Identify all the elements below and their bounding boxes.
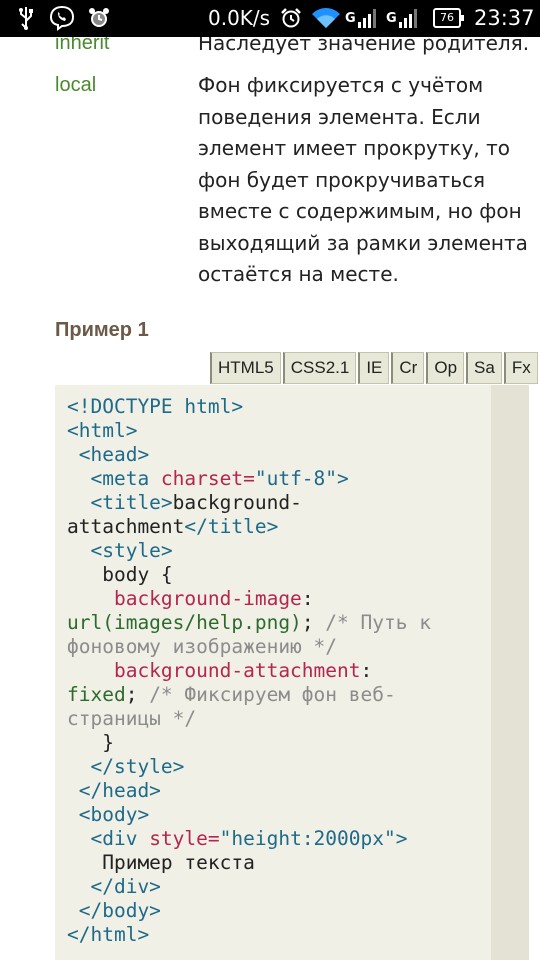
code-token: фоновому изображению */ (67, 635, 338, 658)
browser-badge-firefox[interactable]: Fx (503, 352, 538, 384)
alarm-clock-icon (87, 6, 111, 30)
network-speed: 0.0K/s (208, 6, 271, 30)
code-scrollbar-track[interactable] (491, 385, 529, 960)
code-token: Пример текста (67, 851, 255, 874)
code-token: </html> (67, 923, 150, 946)
code-token: </title> (184, 515, 279, 538)
code-token: attachment (67, 515, 185, 538)
property-description: Фон фиксируется с учётом поведения элеме… (198, 73, 528, 286)
status-bar: 0.0K/s G G 76 23:37 (0, 0, 540, 37)
browser-badge-opera[interactable]: Op (426, 352, 465, 384)
signal-icon: G (345, 6, 379, 30)
code-token: "height:2000px" (219, 827, 396, 850)
viber-icon (48, 5, 76, 31)
browser-badge-css21[interactable]: CSS2.1 (282, 352, 357, 384)
code-example: <!DOCTYPE html> <html> <head> <meta char… (55, 385, 529, 960)
code-token: fixed (67, 683, 126, 706)
code-token: charset= (160, 467, 255, 490)
code-token: </div> (67, 875, 161, 898)
wifi-icon (309, 6, 343, 30)
code-token: : (301, 587, 314, 610)
code-token: > (337, 467, 349, 490)
code-token: <body> (67, 803, 150, 826)
code-token: <head> (67, 443, 150, 466)
battery-icon: 76 (433, 8, 464, 28)
code-token: </head> (67, 779, 161, 802)
signal-icon: G (386, 6, 420, 30)
code-token: /* Путь к (325, 611, 431, 634)
clock: 23:37 (474, 6, 535, 30)
code-token: : (360, 659, 373, 682)
code-token: <title> (67, 491, 173, 514)
code-token: /* Фиксируем фон веб- (149, 683, 396, 706)
code-listing: <!DOCTYPE html> <html> <head> <meta char… (67, 395, 492, 947)
code-token: } (67, 731, 114, 754)
code-token: background-attachment (67, 659, 361, 682)
code-token: </body> (67, 899, 161, 922)
browser-support-tabs: HTML5 CSS2.1 IE Cr Op Sa Fx (210, 352, 540, 384)
alarm-icon (279, 6, 303, 30)
code-token: <style> (67, 539, 173, 562)
code-token: страницы */ (67, 707, 197, 730)
browser-badge-html5[interactable]: HTML5 (210, 352, 281, 384)
code-token: background- (172, 491, 302, 514)
code-token: ; (125, 683, 150, 706)
code-token: <html> (67, 419, 138, 442)
code-token: > (395, 827, 408, 850)
browser-badge-chrome[interactable]: Cr (391, 352, 425, 384)
usb-icon (14, 6, 38, 30)
code-token: style= (149, 827, 220, 850)
example-title: Пример 1 (55, 319, 149, 341)
code-token: "utf-8" (254, 467, 338, 490)
browser-badge-ie[interactable]: IE (358, 352, 390, 384)
code-token: ; (301, 611, 326, 634)
property-term: local (55, 74, 97, 96)
code-token: body { (67, 563, 173, 586)
code-token: </style> (67, 755, 185, 778)
code-token: <meta (67, 467, 161, 490)
code-token: background-image (67, 587, 302, 610)
browser-badge-safari[interactable]: Sa (466, 352, 502, 384)
code-token: <!DOCTYPE html> (67, 395, 244, 418)
code-token: <div (67, 827, 150, 850)
code-token: url(images/help.png) (67, 611, 302, 634)
